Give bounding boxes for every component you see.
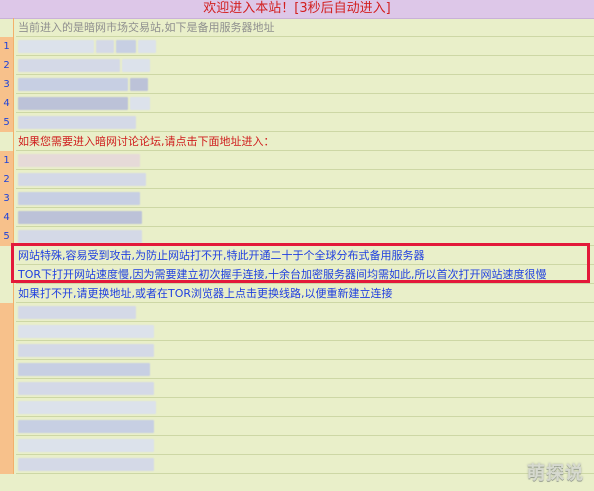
- list-number: 1: [0, 151, 14, 170]
- blurred-address: [18, 306, 136, 319]
- row-gutter: [0, 18, 14, 37]
- list-number: 3: [0, 189, 14, 208]
- list-item[interactable]: [0, 417, 594, 436]
- row-gutter: [0, 284, 14, 303]
- list-number: [0, 398, 14, 417]
- list-item[interactable]: [0, 398, 594, 417]
- notice-forum-text: 如果您需要进入暗网讨论论坛,请点击下面地址进入：: [18, 135, 275, 148]
- list-item[interactable]: [0, 436, 594, 455]
- forum-link[interactable]: [16, 189, 594, 208]
- blurred-address: [18, 344, 154, 357]
- address-link[interactable]: [16, 94, 594, 113]
- forum-link[interactable]: [16, 151, 594, 170]
- list-number: [0, 379, 14, 398]
- list-item[interactable]: 3: [0, 189, 594, 208]
- highlight-box: [11, 243, 590, 283]
- list-number: [0, 341, 14, 360]
- blurred-address: [18, 154, 140, 167]
- blurred-address: [130, 97, 150, 110]
- list-item[interactable]: [0, 360, 594, 379]
- blurred-address: [18, 211, 142, 224]
- notice-row: 如果您需要进入暗网讨论论坛,请点击下面地址进入：: [0, 132, 594, 151]
- blurred-address: [18, 458, 154, 471]
- blurred-address: [18, 382, 154, 395]
- blurred-address: [96, 40, 114, 53]
- list-number: [0, 455, 14, 474]
- blurred-address: [18, 59, 120, 72]
- blurred-address: [138, 40, 156, 53]
- forum-link[interactable]: [16, 208, 594, 227]
- blurred-address: [130, 78, 148, 91]
- list-number: [0, 360, 14, 379]
- blurred-address: [122, 59, 150, 72]
- list-item[interactable]: [0, 379, 594, 398]
- list-item[interactable]: 1: [0, 151, 594, 170]
- list-item[interactable]: 4: [0, 94, 594, 113]
- list-number: [0, 436, 14, 455]
- address-link[interactable]: [16, 379, 594, 398]
- address-link[interactable]: [16, 360, 594, 379]
- list-number: 5: [0, 113, 14, 132]
- address-link[interactable]: [16, 455, 594, 474]
- list-number: 4: [0, 208, 14, 227]
- row-gutter: [0, 132, 14, 151]
- address-link[interactable]: [16, 75, 594, 94]
- blurred-address: [18, 173, 146, 186]
- notice-market-text: 当前进入的是暗网市场交易站,如下是备用服务器地址: [18, 21, 275, 34]
- list-item[interactable]: 2: [0, 170, 594, 189]
- list-number: 3: [0, 75, 14, 94]
- list-item[interactable]: 1: [0, 37, 594, 56]
- address-link[interactable]: [16, 303, 594, 322]
- address-link[interactable]: [16, 56, 594, 75]
- blurred-address: [18, 40, 94, 53]
- list-number: 4: [0, 94, 14, 113]
- list-number: 1: [0, 37, 14, 56]
- list-item[interactable]: 5: [0, 113, 594, 132]
- page-title: 欢迎进入本站！[3秒后自动进入]: [203, 1, 391, 16]
- blurred-address: [116, 40, 136, 53]
- notice-reconnect-text: 如果打不开,请更换地址,或者在TOR浏览器上点击更换线路,以便重新建立连接: [18, 287, 393, 300]
- address-link[interactable]: [16, 398, 594, 417]
- list-item[interactable]: [0, 303, 594, 322]
- list-number: [0, 303, 14, 322]
- blurred-address: [18, 439, 154, 452]
- address-link[interactable]: [16, 113, 594, 132]
- list-item[interactable]: 2: [0, 56, 594, 75]
- blurred-address: [18, 325, 154, 338]
- list-item[interactable]: 3: [0, 75, 594, 94]
- blurred-address: [18, 363, 150, 376]
- address-link[interactable]: [16, 436, 594, 455]
- forum-link[interactable]: [16, 170, 594, 189]
- blurred-address: [18, 420, 154, 433]
- list-item[interactable]: [0, 455, 594, 474]
- list-number: 2: [0, 170, 14, 189]
- blurred-address: [18, 192, 140, 205]
- list-item[interactable]: 4: [0, 208, 594, 227]
- list-number: [0, 417, 14, 436]
- address-link[interactable]: [16, 322, 594, 341]
- list-number: 2: [0, 56, 14, 75]
- notice-row: 当前进入的是暗网市场交易站,如下是备用服务器地址: [0, 18, 594, 37]
- address-link[interactable]: [16, 417, 594, 436]
- address-link[interactable]: [16, 341, 594, 360]
- blurred-address: [18, 116, 136, 129]
- list-item[interactable]: [0, 341, 594, 360]
- blurred-address: [18, 78, 128, 91]
- header-bar: 欢迎进入本站！[3秒后自动进入]: [0, 0, 594, 19]
- address-link[interactable]: [16, 37, 594, 56]
- list-item[interactable]: [0, 322, 594, 341]
- blurred-address: [18, 230, 142, 243]
- blurred-address: [18, 401, 156, 414]
- watermark: 萌探说: [527, 463, 584, 484]
- blurred-address: [18, 97, 128, 110]
- list-number: [0, 322, 14, 341]
- notice-row: 如果打不开,请更换地址,或者在TOR浏览器上点击更换线路,以便重新建立连接: [0, 284, 594, 303]
